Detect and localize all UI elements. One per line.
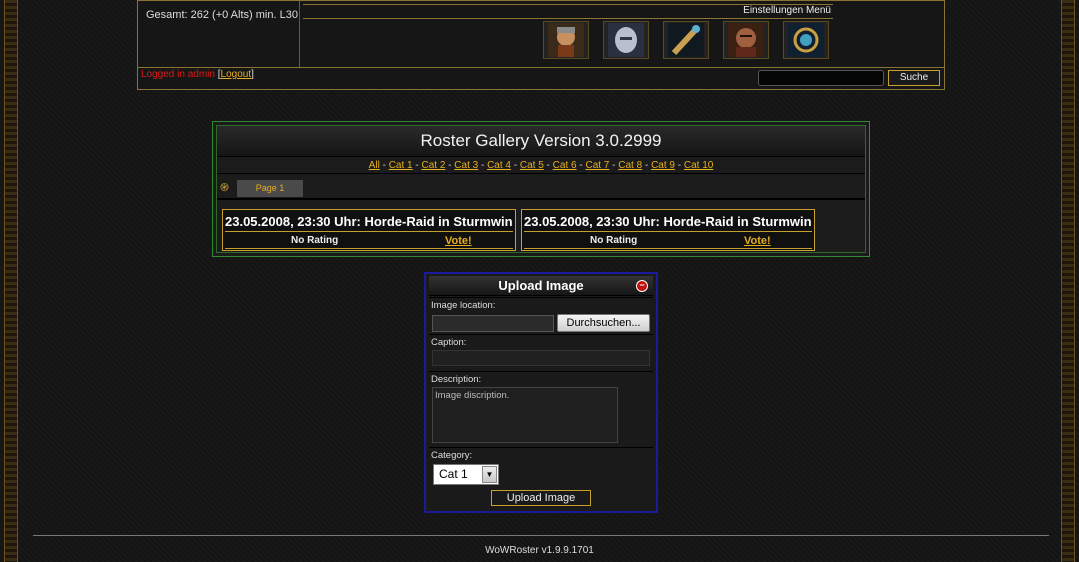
image-location-section: Image location: Durchsuchen... [429, 297, 653, 334]
category-link-cat-3[interactable]: Cat 3 [454, 160, 478, 171]
description-textarea[interactable]: Image discription. [432, 387, 618, 443]
category-link-cat-5[interactable]: Cat 5 [520, 160, 544, 171]
image-rating: No Rating [291, 235, 339, 246]
image-rating: No Rating [590, 235, 638, 246]
tab-page-1[interactable]: Page 1 [237, 180, 303, 197]
category-separator: - [379, 160, 389, 171]
category-link-cat-6[interactable]: Cat 6 [553, 160, 577, 171]
category-link-cat-9[interactable]: Cat 9 [651, 160, 675, 171]
roster-header: Gesamt: 262 (+0 Alts) min. L30 Einstellu… [137, 0, 945, 90]
settings-menu-link[interactable]: Einstellungen Menü [743, 5, 831, 16]
chevron-down-icon[interactable]: ▼ [482, 466, 497, 483]
category-separator: - [445, 160, 455, 171]
image-location-input[interactable] [432, 315, 554, 332]
login-status: Logged in admin [Logout] [141, 69, 254, 80]
footer-divider [33, 535, 1049, 536]
caption-label: Caption: [431, 337, 467, 348]
category-section: Category: Cat 1 ▼ [429, 447, 653, 487]
vote-link[interactable]: Vote! [744, 235, 771, 247]
search-input[interactable] [758, 70, 884, 86]
category-link-all[interactable]: All [369, 160, 380, 171]
right-decorative-border [1061, 0, 1075, 562]
logout-bracket-close: ] [251, 69, 254, 80]
pagination-bar: ֍ Page 1 [217, 176, 865, 200]
category-link-cat-4[interactable]: Cat 4 [487, 160, 511, 171]
image-caption[interactable]: 23.05.2008, 23:30 Uhr: Horde-Raid in Stu… [225, 212, 513, 232]
logout-link[interactable]: Logout [221, 69, 252, 80]
footer-version: WoWRoster v1.9.9.1701 [485, 545, 594, 556]
category-separator: - [543, 160, 553, 171]
roster-gallery-panel: Roster Gallery Version 3.0.2999 All - Ca… [212, 121, 870, 257]
card-bottom-rule [524, 248, 812, 249]
close-icon[interactable]: − [636, 280, 648, 292]
character-portraits [543, 21, 829, 59]
category-link-cat-7[interactable]: Cat 7 [585, 160, 609, 171]
header-rule-bottom [303, 18, 833, 19]
search-button[interactable]: Suche [888, 70, 940, 86]
category-separator: - [674, 160, 684, 171]
human-warrior-portrait[interactable] [543, 21, 589, 59]
category-link-cat-1[interactable]: Cat 1 [389, 160, 413, 171]
header-divider [138, 67, 944, 68]
category-label: Category: [431, 450, 473, 461]
image-caption[interactable]: 23.05.2008, 23:30 Uhr: Horde-Raid in Stu… [524, 212, 812, 232]
upload-image-panel: Upload Image − Image location: Durchsuch… [424, 272, 658, 513]
gallery-swirl-icon: ֍ [220, 182, 229, 194]
category-filter-bar: All - Cat 1 - Cat 2 - Cat 3 - Cat 4 - Ca… [217, 156, 865, 174]
orc-warrior-portrait[interactable] [723, 21, 769, 59]
upload-image-button[interactable]: Upload Image [491, 490, 591, 506]
description-label: Description: [431, 374, 482, 385]
vote-link[interactable]: Vote! [445, 235, 472, 247]
category-separator: - [609, 160, 619, 171]
roster-summary-text: Gesamt: 262 (+0 Alts) min. L30 [146, 9, 298, 21]
gallery-image-card[interactable]: 23.05.2008, 23:30 Uhr: Horde-Raid in Stu… [521, 209, 815, 251]
login-status-text: Logged in admin [141, 69, 218, 80]
paladin-helm-portrait[interactable] [603, 21, 649, 59]
gallery-title: Roster Gallery Version 3.0.2999 [217, 126, 865, 156]
category-separator: - [642, 160, 652, 171]
left-decorative-border [4, 0, 18, 562]
caption-input[interactable] [432, 350, 650, 366]
gallery-image-card[interactable]: 23.05.2008, 23:30 Uhr: Horde-Raid in Stu… [222, 209, 516, 251]
mage-orb-portrait[interactable] [783, 21, 829, 59]
spyglass-icon[interactable] [663, 21, 709, 59]
category-select[interactable]: Cat 1 ▼ [433, 464, 499, 485]
category-separator: - [510, 160, 520, 171]
upload-title-text: Upload Image [498, 278, 584, 293]
category-link-cat-2[interactable]: Cat 2 [421, 160, 445, 171]
description-section: Description: Image discription. [429, 371, 653, 447]
upload-panel-title: Upload Image − [429, 276, 653, 296]
category-link-cat-10[interactable]: Cat 10 [684, 160, 713, 171]
gallery-inner-frame: Roster Gallery Version 3.0.2999 All - Ca… [216, 125, 866, 253]
card-bottom-rule [225, 248, 513, 249]
header-menu-area: Einstellungen Menü [303, 1, 833, 67]
roster-summary-panel: Gesamt: 262 (+0 Alts) min. L30 [140, 1, 300, 67]
category-separator: - [478, 160, 488, 171]
category-link-cat-8[interactable]: Cat 8 [618, 160, 642, 171]
category-selected-value: Cat 1 [439, 467, 468, 481]
image-location-label: Image location: [431, 300, 496, 311]
caption-section: Caption: [429, 334, 653, 371]
browse-button[interactable]: Durchsuchen... [557, 314, 650, 332]
